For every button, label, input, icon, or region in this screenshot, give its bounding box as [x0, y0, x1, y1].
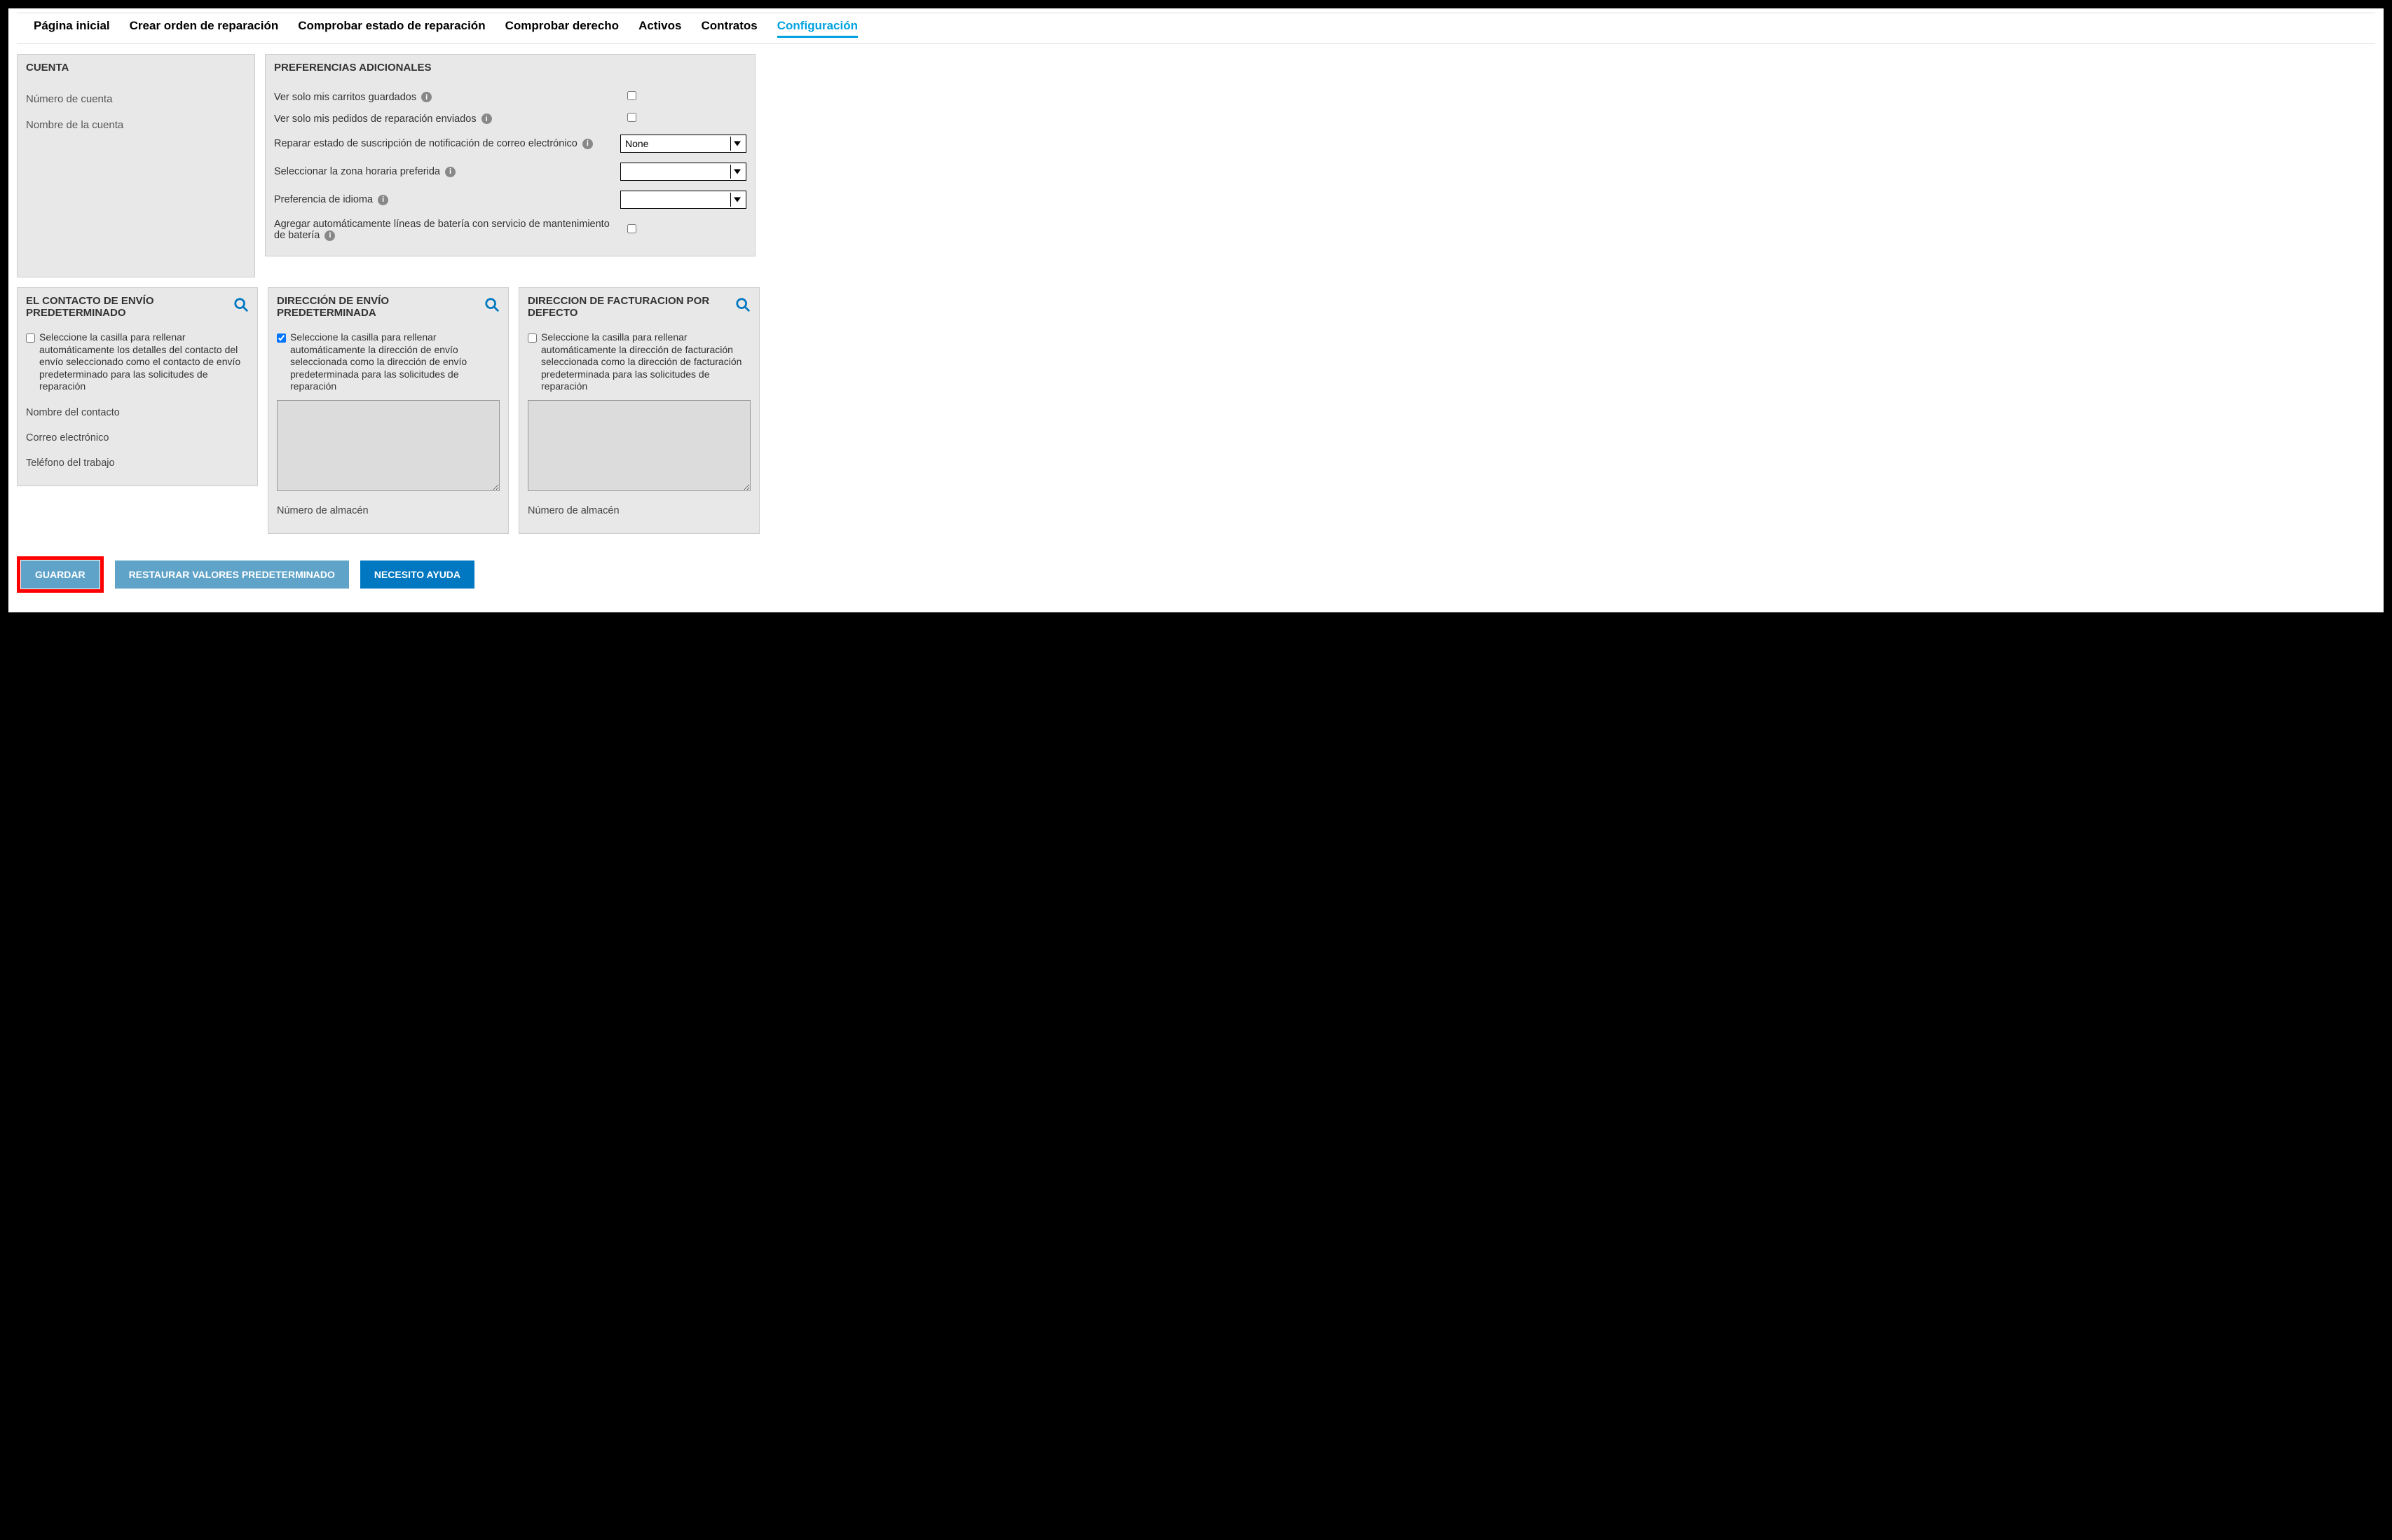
default-ship-address-header: DIRECCIÓN DE ENVÍO PREDETERMINADA [277, 295, 484, 319]
only-my-carts-checkbox[interactable] [627, 91, 636, 100]
default-ship-contact-panel: EL CONTACTO DE ENVÍO PREDETERMINADO Sele… [17, 287, 258, 486]
only-my-orders-checkbox[interactable] [627, 113, 636, 122]
language-label: Preferencia de idioma [274, 194, 373, 205]
tab-configuration[interactable]: Configuración [777, 19, 858, 38]
billing-warehouse-label: Número de almacén [528, 498, 751, 523]
info-icon[interactable]: i [324, 231, 335, 241]
billing-address-textarea[interactable] [528, 400, 751, 491]
default-billing-address-checkbox[interactable] [528, 334, 537, 343]
info-icon[interactable]: i [481, 114, 492, 124]
info-icon[interactable]: i [378, 195, 388, 205]
contact-email-label: Correo electrónico [26, 425, 249, 451]
tab-contracts[interactable]: Contratos [701, 19, 757, 38]
action-buttons-row: GUARDAR RESTAURAR VALORES PREDETERMINADO… [17, 544, 2375, 598]
email-subscription-label: Reparar estado de suscripción de notific… [274, 138, 578, 149]
only-my-orders-label: Ver solo mis pedidos de reparación envia… [274, 114, 477, 125]
default-ship-address-panel: DIRECCIÓN DE ENVÍO PREDETERMINADA Selecc… [268, 287, 509, 534]
only-my-carts-label: Ver solo mis carritos guardados [274, 92, 416, 103]
auto-battery-checkbox[interactable] [627, 224, 636, 233]
account-panel: CUENTA Número de cuenta Nombre de la cue… [17, 54, 255, 277]
need-help-button[interactable]: NECESITO AYUDA [360, 561, 474, 589]
tab-home[interactable]: Página inicial [34, 19, 110, 38]
preferences-header: PREFERENCIAS ADICIONALES [266, 55, 755, 81]
default-ship-address-check-text: Seleccione la casilla para rellenar auto… [290, 331, 500, 393]
default-billing-address-panel: DIRECCION DE FACTURACION POR DEFECTO Sel… [519, 287, 760, 534]
save-button[interactable]: GUARDAR [21, 561, 100, 589]
ship-address-textarea[interactable] [277, 400, 500, 491]
timezone-select[interactable] [620, 163, 746, 181]
default-contact-check-text: Seleccione la casilla para rellenar auto… [39, 331, 249, 393]
tab-check-right[interactable]: Comprobar derecho [505, 19, 619, 38]
default-contact-checkbox[interactable] [26, 334, 35, 343]
language-select[interactable] [620, 191, 746, 209]
default-ship-address-checkbox[interactable] [277, 334, 286, 343]
contact-name-label: Nombre del contacto [26, 400, 249, 425]
info-icon[interactable]: i [421, 92, 432, 102]
tab-create-order[interactable]: Crear orden de reparación [130, 19, 279, 38]
info-icon[interactable]: i [582, 139, 593, 149]
account-name-label: Nombre de la cuenta [26, 112, 246, 138]
info-icon[interactable]: i [445, 167, 456, 177]
ship-warehouse-label: Número de almacén [277, 498, 500, 523]
contact-phone-label: Teléfono del trabajo [26, 451, 249, 476]
save-button-highlight: GUARDAR [17, 556, 104, 593]
email-subscription-select[interactable]: None [620, 135, 746, 153]
main-tabs: Página inicial Crear orden de reparación… [17, 13, 2375, 44]
timezone-label: Seleccionar la zona horaria preferida [274, 166, 440, 177]
preferences-panel: PREFERENCIAS ADICIONALES Ver solo mis ca… [265, 54, 756, 256]
search-billing-address-icon[interactable] [735, 297, 751, 317]
search-ship-address-icon[interactable] [484, 297, 500, 317]
default-billing-address-check-text: Seleccione la casilla para rellenar auto… [541, 331, 751, 393]
search-contact-icon[interactable] [233, 297, 249, 317]
account-number-label: Número de cuenta [26, 86, 246, 112]
tab-assets[interactable]: Activos [638, 19, 681, 38]
restore-defaults-button[interactable]: RESTAURAR VALORES PREDETERMINADO [115, 561, 349, 589]
tab-check-status[interactable]: Comprobar estado de reparación [298, 19, 485, 38]
default-ship-contact-header: EL CONTACTO DE ENVÍO PREDETERMINADO [26, 295, 233, 319]
account-header: CUENTA [18, 55, 254, 81]
default-billing-address-header: DIRECCION DE FACTURACION POR DEFECTO [528, 295, 735, 319]
